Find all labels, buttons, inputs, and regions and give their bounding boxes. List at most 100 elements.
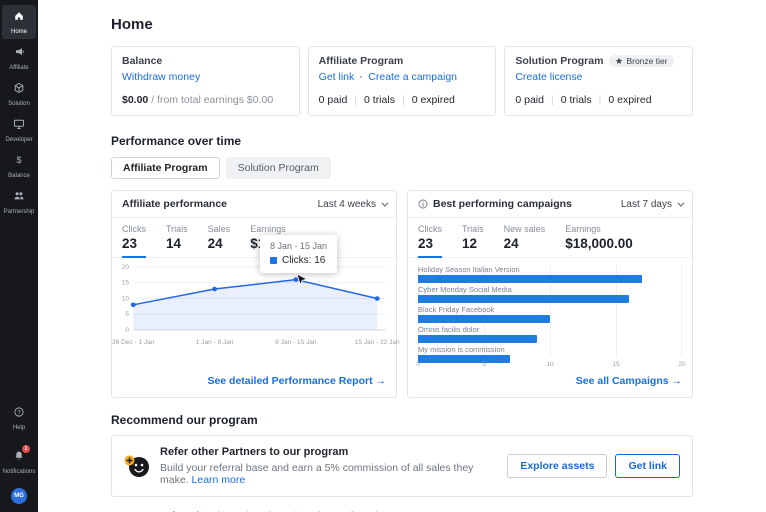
create-license-link[interactable]: Create license [515, 71, 582, 83]
star-icon [616, 57, 623, 64]
monitor-icon [13, 117, 25, 135]
main-area: Home Balance Withdraw money $0.00 / from… [38, 0, 766, 512]
sidebar-item-label: Affiliate [9, 65, 29, 71]
sidebar: Home Affiliate Solution Developer $ Bala… [0, 0, 38, 512]
affiliate-card-title: Affiliate Program [318, 55, 404, 67]
stat-tab-sales[interactable]: Sales 24 [208, 224, 231, 257]
app-root: Home Affiliate Solution Developer $ Bala… [0, 0, 766, 512]
performance-panels: Affiliate performance Last 4 weeks Click… [111, 190, 693, 398]
bar [418, 335, 537, 343]
cube-icon [13, 81, 25, 99]
see-all-campaigns-link[interactable]: See all Campaigns → [576, 375, 682, 387]
balance-card: Balance Withdraw money $0.00 / from tota… [111, 46, 300, 116]
get-link-link[interactable]: Get link [319, 71, 355, 83]
recommend-title: Refer other Partners to our program [160, 446, 349, 458]
sidebar-item-developer[interactable]: Developer [2, 113, 36, 147]
svg-text:15: 15 [122, 280, 130, 287]
affiliate-program-card: Affiliate Program Get link Create a camp… [307, 46, 497, 116]
program-tabs: Affiliate Program Solution Program [111, 157, 693, 179]
sidebar-item-home[interactable]: Home [2, 5, 36, 39]
balance-card-title: Balance [122, 55, 163, 67]
performance-report-link[interactable]: See detailed Performance Report → [207, 375, 386, 387]
stat-tab-new-sales[interactable]: New sales 24 [504, 224, 546, 257]
line-chart-x-labels: 26 Dec - 1 Jan 1 Jan - 8 Jan 8 Jan - 15 … [112, 339, 400, 346]
solution-card-stats: 0 paid | 0 trials | 0 expired [515, 94, 682, 106]
stat-paid: 0 paid [515, 94, 544, 106]
sidebar-item-label: Developer [5, 137, 33, 143]
people-icon [13, 189, 25, 207]
solution-card-title: Solution Program [515, 55, 604, 67]
panel-title: Affiliate performance [122, 198, 228, 210]
create-campaign-link[interactable]: Create a campaign [368, 71, 457, 83]
balance-amount: $0.00 [122, 94, 149, 106]
svg-text:0: 0 [125, 327, 129, 334]
sidebar-item-label: Balance [8, 173, 30, 179]
avatar[interactable]: MG [11, 488, 27, 504]
sidebar-item-affiliate[interactable]: Affiliate [2, 41, 36, 75]
help-button[interactable]: ? Help [2, 401, 36, 435]
bar [418, 275, 643, 283]
sidebar-item-label: Home [10, 29, 27, 35]
balance-amount-note: / from total earnings $0.00 [151, 94, 274, 106]
recommend-heading: Recommend our program [111, 413, 258, 427]
svg-text:$: $ [16, 155, 21, 165]
stat-tab-earnings[interactable]: Earnings $18,000.00 [565, 224, 633, 257]
range-dropdown[interactable]: Last 7 days [620, 198, 685, 210]
divider: | [598, 94, 602, 106]
home-icon [13, 9, 25, 27]
divider: | [550, 94, 554, 106]
page-title: Home [111, 16, 153, 33]
sidebar-item-balance[interactable]: $ Balance [2, 149, 36, 183]
stat-expired: 0 expired [411, 94, 455, 106]
stat-tab-clicks[interactable]: Clicks 23 [122, 224, 146, 258]
tier-badge: Bronze tier [609, 55, 674, 67]
chevron-down-icon [381, 199, 389, 207]
notification-badge: 1 [22, 445, 30, 453]
svg-text:10: 10 [122, 296, 130, 303]
stat-trials: 0 trials [560, 94, 592, 106]
stat-tab-trials[interactable]: Trials 14 [166, 224, 188, 257]
line-chart-svg: 0 5 10 15 20 [122, 264, 386, 334]
range-dropdown[interactable]: Last 4 weeks [318, 199, 389, 210]
help-icon: ? [13, 405, 25, 423]
chart-tooltip: 8 Jan - 15 Jan Clicks: 16 [260, 235, 338, 273]
sidebar-bottom: ? Help 1 Notifications MG [2, 400, 36, 504]
mouse-cursor-icon [296, 273, 308, 292]
tier-badge-label: Bronze tier [626, 56, 668, 66]
bar-row: Holiday Season Italian Version [418, 265, 682, 283]
best-campaigns-panel: Best performing campaigns Last 7 days Cl… [407, 190, 693, 398]
bar-row: Cyber Monday Social Media [418, 285, 682, 303]
chevron-down-icon [677, 199, 685, 207]
series-swatch [270, 257, 277, 264]
stat-tab-clicks[interactable]: Clicks 23 [418, 224, 442, 258]
stat-trials: 0 trials [364, 94, 395, 106]
learn-more-link[interactable]: Learn more [192, 474, 246, 486]
sidebar-item-solution[interactable]: Solution [2, 77, 36, 111]
sidebar-item-partnership[interactable]: Partnership [2, 185, 36, 219]
sidebar-item-label: Solution [8, 101, 30, 107]
withdraw-money-link[interactable]: Withdraw money [122, 71, 200, 83]
dot-separator [360, 76, 363, 78]
divider: | [401, 94, 405, 106]
bar-chart: Holiday Season Italian Version Cyber Mon… [416, 265, 686, 368]
bar-chart-x-ticks: 0 5 10 15 20 [416, 361, 686, 368]
tab-affiliate-program[interactable]: Affiliate Program [111, 157, 220, 179]
svg-text:5: 5 [125, 311, 129, 318]
bar-row: Black Friday Facebook [418, 305, 682, 323]
get-link-button[interactable]: Get link [615, 454, 680, 478]
affiliate-performance-panel: Affiliate performance Last 4 weeks Click… [111, 190, 400, 398]
bell-icon: 1 [13, 445, 30, 467]
bar [418, 295, 630, 303]
stats-row: Clicks 23 Trials 14 Sales 24 Earnings [112, 218, 396, 258]
recommend-body: Build your referral base and earn a 5% c… [160, 462, 474, 486]
panel-title: Best performing campaigns [433, 198, 572, 210]
stat-tab-trials[interactable]: Trials 12 [462, 224, 484, 257]
line-chart: 0 5 10 15 20 26 Dec - 1 Jan 1 Jan - 8 Jan 8 … [112, 258, 400, 368]
notifications-button[interactable]: 1 Notifications [2, 445, 36, 479]
dollar-icon: $ [13, 153, 25, 171]
explore-assets-button[interactable]: Explore assets [507, 454, 608, 478]
tab-solution-program[interactable]: Solution Program [225, 157, 331, 179]
bar [418, 315, 550, 323]
range-label: Last 7 days [620, 198, 672, 210]
stats-row: Clicks 23 Trials 12 New sales 24 Earning… [408, 218, 692, 258]
